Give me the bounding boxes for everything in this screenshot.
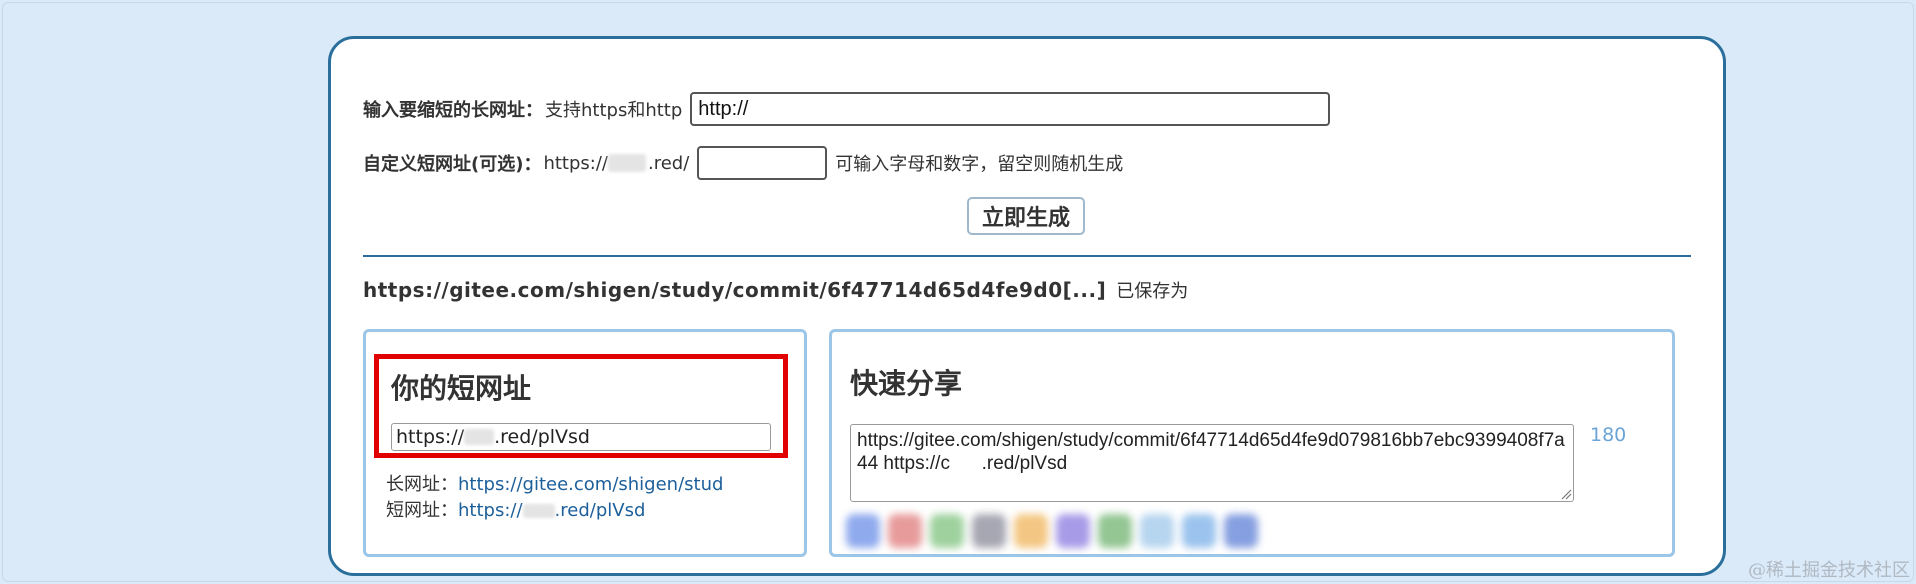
share-icon[interactable] xyxy=(888,514,922,548)
saved-tag: 已保存为 xyxy=(1116,281,1189,302)
resize-handle-icon[interactable] xyxy=(1560,488,1572,500)
short-url-panel: 你的短网址 https:// .red/plVsd 长网址：https://gi… xyxy=(363,329,807,557)
shortener-card: 输入要缩短的长网址 ： 支持https和http 自定义短网址(可选) ： ht… xyxy=(328,36,1726,576)
long-url-link[interactable]: https://gitee.com/shigen/stud xyxy=(458,474,723,495)
share-icon[interactable] xyxy=(972,514,1006,548)
share-icons-row xyxy=(846,506,1386,556)
quick-share-title: 快速分享 xyxy=(850,367,963,400)
share-icon[interactable] xyxy=(1224,514,1258,548)
custom-url-hint: 可输入字母和数字，留空则随机生成 xyxy=(835,154,1124,175)
long-url-line: 长网址：https://gitee.com/shigen/stud xyxy=(386,470,723,496)
highlight-box: 你的短网址 https:// .red/plVsd xyxy=(374,354,788,458)
share-icon[interactable] xyxy=(1140,514,1174,548)
short-url-field[interactable]: https:// .red/plVsd xyxy=(391,423,771,451)
share-icon[interactable] xyxy=(1014,514,1048,548)
long-url-input[interactable] xyxy=(690,92,1331,126)
custom-url-colon: ： xyxy=(523,154,542,175)
long-url-row: 输入要缩短的长网址 ： 支持https和http xyxy=(363,91,1331,127)
generate-button[interactable]: 立即生成 xyxy=(967,197,1085,235)
section-divider xyxy=(363,255,1691,257)
short-url-start: https:// xyxy=(396,426,465,448)
saved-url: https://gitee.com/shigen/study/commit/6f… xyxy=(363,278,1107,302)
short-link-end: .red/plVsd xyxy=(554,500,646,521)
short-url-line: 短网址：https:// .red/plVsd xyxy=(386,496,645,522)
short-url-line-label: 短网址： xyxy=(386,500,458,521)
custom-prefix-start: https:// xyxy=(543,152,608,174)
custom-url-input[interactable] xyxy=(697,146,828,180)
long-url-label: 输入要缩短的长网址 xyxy=(363,100,525,121)
watermark: @稀土掘金技术社区 xyxy=(1748,560,1910,581)
saved-message: https://gitee.com/shigen/study/commit/6f… xyxy=(363,277,1188,303)
quick-share-panel: 快速分享 https://gitee.com/shigen/study/comm… xyxy=(829,329,1675,557)
short-url-title: 你的短网址 xyxy=(391,372,532,405)
short-url-end: .red/plVsd xyxy=(494,426,590,448)
share-icon[interactable] xyxy=(1098,514,1132,548)
redacted-domain xyxy=(607,154,646,172)
custom-url-row: 自定义短网址(可选) ： https:// .red/ 可输入字母和数字，留空则… xyxy=(363,145,1123,181)
long-url-hint: 支持https和http xyxy=(545,100,683,121)
short-url-link[interactable]: https:// .red/plVsd xyxy=(458,500,645,521)
long-url-colon: ： xyxy=(525,100,543,121)
redacted-domain xyxy=(464,429,495,445)
share-icon[interactable] xyxy=(930,514,964,548)
share-icon[interactable] xyxy=(1056,514,1090,548)
share-icon[interactable] xyxy=(1182,514,1216,548)
long-url-line-label: 长网址： xyxy=(386,474,458,495)
custom-url-label: 自定义短网址(可选) xyxy=(363,154,524,175)
share-textarea[interactable]: https://gitee.com/shigen/study/commit/6f… xyxy=(850,424,1574,502)
char-count: 180 xyxy=(1590,424,1627,446)
custom-prefix-end: .red/ xyxy=(647,152,690,174)
share-icon[interactable] xyxy=(846,514,880,548)
redacted-domain xyxy=(522,504,555,518)
short-link-start: https:// xyxy=(458,500,523,521)
